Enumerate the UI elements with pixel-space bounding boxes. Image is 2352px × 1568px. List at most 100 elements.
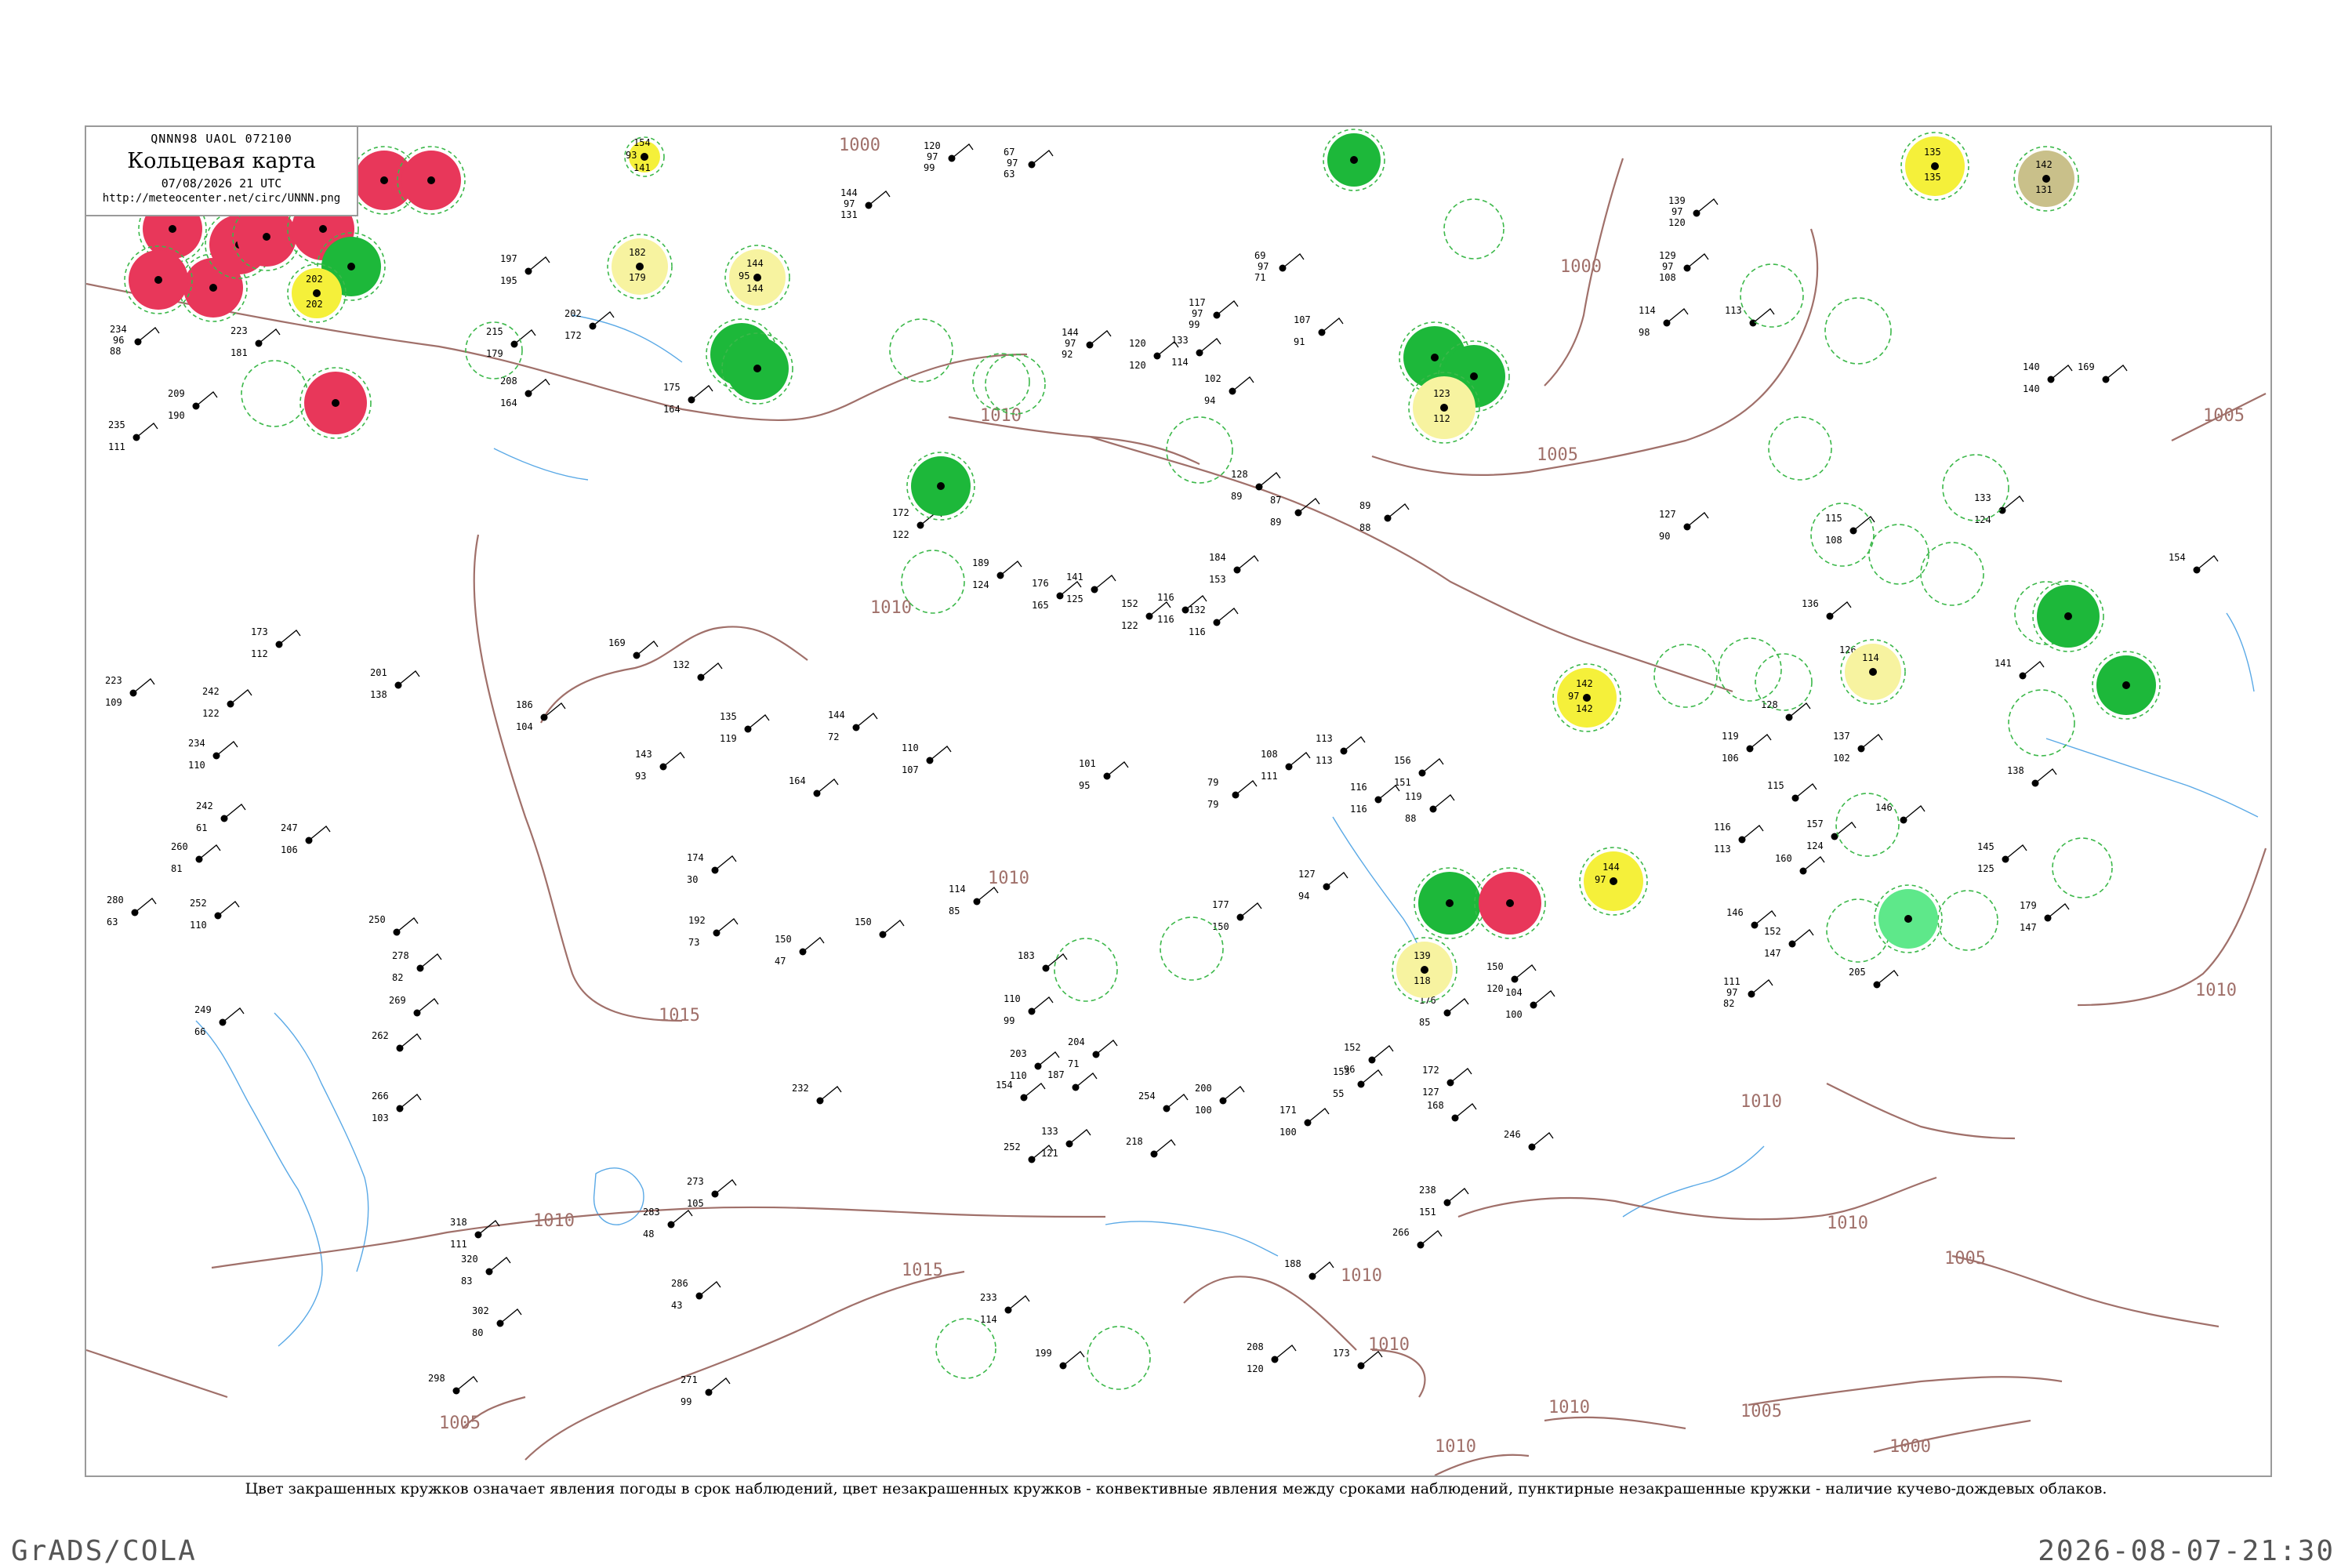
observation-station[interactable]: 262: [372, 1030, 422, 1052]
observation-station[interactable]: 298: [428, 1373, 478, 1395]
observation-station[interactable]: 154: [996, 1080, 1046, 1102]
observation-station[interactable]: 232: [792, 1083, 842, 1105]
observation-station[interactable]: 171 100: [1279, 1105, 1330, 1138]
observation-station[interactable]: 280 63: [107, 895, 157, 927]
observation-station[interactable]: 87 89: [1270, 495, 1320, 528]
station-shower_yellow[interactable]: 154 93141: [624, 136, 665, 177]
observation-station[interactable]: 271 99: [681, 1374, 731, 1407]
observation-station[interactable]: 110 107: [902, 742, 952, 775]
observation-station[interactable]: 223 181: [230, 325, 281, 358]
observation-station[interactable]: 143 93: [635, 749, 685, 782]
observation-station[interactable]: 133 121: [1041, 1126, 1091, 1159]
observation-station[interactable]: 113 113: [1316, 733, 1366, 766]
station-rain_green[interactable]: [2092, 651, 2161, 720]
observation-station[interactable]: 1119782: [1723, 976, 1773, 1009]
observation-station[interactable]: 140 140: [2023, 361, 2073, 394]
observation-station[interactable]: 197 195: [500, 253, 550, 286]
observation-station[interactable]: 179 147: [2020, 900, 2070, 933]
observation-station[interactable]: 144 72: [828, 710, 878, 742]
observation-station[interactable]: 205: [1849, 967, 1899, 989]
observation-station[interactable]: 2349688: [110, 324, 160, 357]
observation-station[interactable]: 153 55: [1333, 1066, 1383, 1099]
observation-station[interactable]: 89 88: [1359, 500, 1410, 533]
observation-station[interactable]: 169: [608, 637, 659, 659]
observation-station[interactable]: 177150: [1212, 899, 1262, 932]
observation-station[interactable]: 246: [1504, 1129, 1554, 1151]
observation-station[interactable]: 15296: [1344, 1042, 1394, 1075]
observation-station[interactable]: 320 83: [461, 1254, 511, 1287]
observation-station[interactable]: 235 111: [108, 419, 158, 452]
observation-station[interactable]: 188: [1284, 1258, 1334, 1280]
observation-station[interactable]: 174 30: [687, 852, 737, 885]
observation-station[interactable]: 119 106: [1722, 731, 1772, 764]
observation-station[interactable]: 101 95: [1079, 758, 1129, 791]
observation-station[interactable]: 269: [389, 995, 439, 1017]
observation-station[interactable]: 209 190: [168, 388, 218, 421]
observation-station[interactable]: 186 104: [516, 699, 566, 732]
station-thunder_red[interactable]: [1474, 867, 1546, 939]
observation-station[interactable]: 115 108: [1825, 513, 1875, 546]
observation-station[interactable]: 108 111: [1261, 749, 1311, 782]
observation-station[interactable]: 13997120: [1668, 195, 1719, 228]
observation-station[interactable]: 187: [1047, 1069, 1098, 1091]
observation-station[interactable]: 137 102: [1833, 731, 1883, 764]
observation-station[interactable]: 79 79: [1207, 777, 1258, 810]
observation-station[interactable]: 127 90: [1659, 509, 1709, 542]
observation-station[interactable]: 136: [1802, 598, 1852, 620]
observation-station[interactable]: 204 71: [1068, 1036, 1118, 1069]
observation-station[interactable]: 266: [1392, 1227, 1443, 1249]
station-shower_yellow[interactable]: 135 135: [1900, 132, 1969, 201]
observation-station[interactable]: 1209799: [924, 140, 974, 173]
station-rain_green[interactable]: [906, 452, 975, 521]
station-rain_green[interactable]: [2032, 580, 2104, 652]
observation-station[interactable]: 302 80: [472, 1305, 522, 1338]
observation-station[interactable]: 14497131: [840, 187, 891, 220]
observation-station[interactable]: 184 153: [1209, 552, 1259, 585]
observation-station[interactable]: 247 106: [281, 822, 331, 855]
observation-station[interactable]: 116 113: [1714, 822, 1764, 855]
observation-station[interactable]: 150 47: [775, 934, 825, 967]
observation-station[interactable]: 169: [2078, 361, 2128, 383]
station-rain_green[interactable]: [1414, 867, 1486, 939]
observation-station[interactable]: 183: [1018, 950, 1068, 972]
observation-station[interactable]: 127 94: [1298, 869, 1348, 902]
observation-station[interactable]: 699771: [1254, 250, 1305, 283]
observation-station[interactable]: 12997108: [1659, 250, 1709, 283]
observation-station[interactable]: 107 91: [1294, 314, 1344, 347]
observation-station[interactable]: 132 116: [1189, 604, 1239, 637]
observation-station[interactable]: 273 105: [687, 1176, 737, 1209]
station-shower_yellow[interactable]: 14497: [1579, 847, 1648, 916]
station-haze_pale[interactable]: 14495144: [724, 245, 790, 310]
observation-station[interactable]: 250: [368, 914, 419, 936]
observation-station[interactable]: 189 124: [972, 557, 1022, 590]
observation-station[interactable]: 157 124: [1806, 818, 1857, 851]
observation-station[interactable]: 679763: [1004, 147, 1054, 180]
observation-station[interactable]: 141 125: [1066, 572, 1116, 604]
observation-station[interactable]: 1179799: [1189, 297, 1239, 330]
station-dust_olive[interactable]: 142 131: [2013, 146, 2079, 212]
station-haze_pale[interactable]: 139 118: [1392, 937, 1457, 1003]
observation-station[interactable]: 152 147: [1764, 926, 1814, 959]
observation-station[interactable]: 173 112: [251, 626, 301, 659]
observation-station[interactable]: 318 111: [450, 1217, 500, 1250]
observation-station[interactable]: 208164: [500, 376, 550, 408]
observation-station[interactable]: 104 100: [1505, 987, 1555, 1020]
observation-station[interactable]: 202 172: [564, 308, 615, 341]
observation-station[interactable]: 278 82: [392, 950, 442, 983]
observation-station[interactable]: 154: [2169, 552, 2219, 574]
observation-station[interactable]: 233114: [980, 1292, 1030, 1325]
observation-station[interactable]: 249 66: [194, 1004, 245, 1037]
observation-station[interactable]: 132: [673, 659, 723, 681]
station-shower_yellow[interactable]: 14297142: [1552, 663, 1621, 732]
observation-station[interactable]: 102 94: [1204, 373, 1254, 406]
observation-station[interactable]: 119 88: [1405, 791, 1455, 824]
observation-station[interactable]: 215 179: [486, 326, 536, 359]
observation-station[interactable]: 146: [1875, 802, 1926, 824]
observation-station[interactable]: 138: [2007, 765, 2057, 787]
station-haze_pale[interactable]: 182 179: [607, 234, 673, 299]
observation-station[interactable]: 110 99: [1004, 993, 1054, 1026]
observation-station[interactable]: 114 85: [949, 884, 999, 916]
observation-station[interactable]: 156 151: [1394, 755, 1444, 788]
observation-station[interactable]: 192 73: [688, 915, 739, 948]
observation-station[interactable]: 116 116: [1350, 782, 1400, 815]
